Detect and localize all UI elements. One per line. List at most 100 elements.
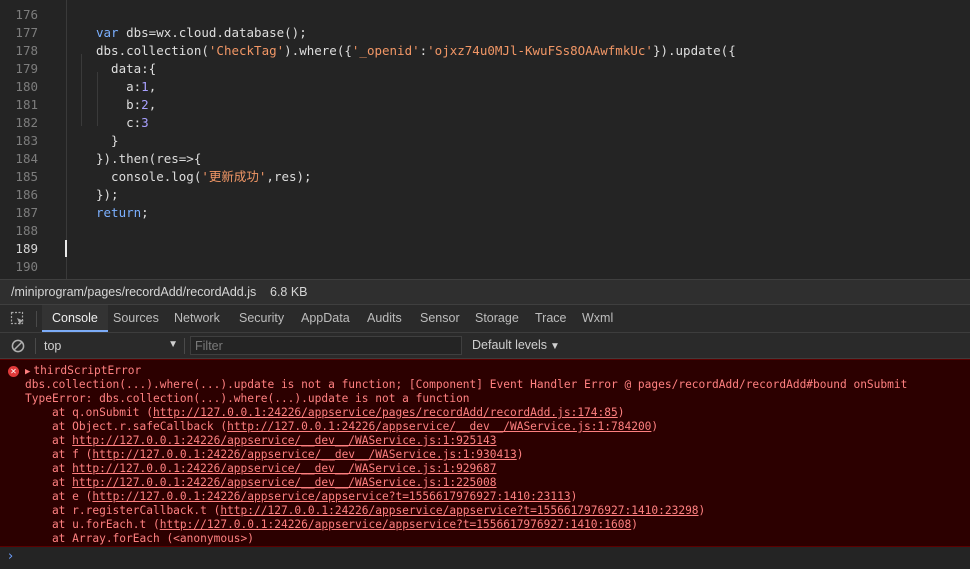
code-token: data:{: [96, 61, 157, 76]
code-line[interactable]: 190: [0, 258, 970, 276]
stack-frame-link[interactable]: http://127.0.0.1:24226/appservice/__dev_…: [72, 434, 496, 447]
code-token: 'ojxz74u0MJl-KwuFSs8OAAwfmkUc': [427, 43, 653, 58]
stack-frame: at Object.r.safeCallback (http://127.0.0…: [25, 420, 658, 434]
error-icon: ✕: [8, 366, 19, 377]
code-token: }: [96, 133, 119, 148]
code-text: a:1,: [96, 78, 156, 96]
code-token: 2: [141, 97, 149, 112]
line-number: 182: [15, 115, 38, 130]
code-token: '_openid': [351, 43, 420, 58]
context-select[interactable]: top ▼: [44, 338, 178, 354]
tab-wxml[interactable]: Wxml: [572, 305, 623, 332]
line-number: 189: [15, 241, 38, 256]
stack-frame-label: at Array.forEach (<anonymous>): [25, 532, 255, 545]
code-line[interactable]: 179 data:{: [0, 60, 970, 78]
line-number: 178: [15, 43, 38, 58]
code-text: }: [96, 132, 119, 150]
file-path: /miniprogram/pages/recordAdd/recordAdd.j…: [11, 285, 257, 299]
stack-frame-label: at q.onSubmit (: [25, 406, 153, 419]
code-line[interactable]: 180 a:1,: [0, 78, 970, 96]
code-line[interactable]: 188: [0, 222, 970, 240]
error-header[interactable]: ▶ thirdScriptError: [25, 364, 141, 378]
code-text: var dbs=wx.cloud.database();: [96, 24, 307, 42]
clear-console-icon[interactable]: [11, 339, 25, 353]
tab-security[interactable]: Security: [229, 305, 294, 332]
stack-frame-link[interactable]: http://127.0.0.1:24226/appservice/__dev_…: [92, 448, 516, 461]
code-token: 'CheckTag': [208, 43, 285, 58]
tab-trace[interactable]: Trace: [525, 305, 577, 332]
stack-frame-link[interactable]: http://127.0.0.1:24226/appservice/appser…: [92, 490, 570, 503]
code-line[interactable]: 177 var dbs=wx.cloud.database();: [0, 24, 970, 42]
stack-frame-link[interactable]: http://127.0.0.1:24226/appservice/__dev_…: [72, 462, 496, 475]
inspect-element-icon[interactable]: [10, 311, 26, 327]
stack-frame-label: at u.forEach.t (: [25, 518, 160, 531]
stack-frame-link[interactable]: http://127.0.0.1:24226/appservice/__dev_…: [72, 476, 496, 489]
tab-sensor[interactable]: Sensor: [410, 305, 470, 332]
code-editor[interactable]: 176 177 var dbs=wx.cloud.database(); 178 dbs…: [0, 0, 970, 279]
stack-frame-label: at r.registerCallback.t (: [25, 504, 221, 517]
stack-frame-link[interactable]: http://127.0.0.1:24226/appservice/appser…: [220, 504, 698, 517]
code-token: 3: [141, 115, 149, 130]
tab-appdata[interactable]: AppData: [291, 305, 360, 332]
line-number: 186: [15, 187, 38, 202]
stack-frame-link[interactable]: http://127.0.0.1:24226/appservice/__dev_…: [227, 420, 651, 433]
code-token: }).update({: [652, 43, 736, 58]
tab-separator: [36, 311, 37, 327]
line-number: 187: [15, 205, 38, 220]
file-status-bar: /miniprogram/pages/recordAdd/recordAdd.j…: [0, 279, 970, 305]
code-line[interactable]: 186});: [0, 186, 970, 204]
code-line[interactable]: 176: [0, 6, 970, 24]
stack-frame-suffix: ): [516, 448, 524, 461]
code-token: console.log(: [96, 169, 202, 184]
line-number: 176: [15, 7, 38, 22]
code-token: dbs.collection(: [96, 43, 209, 58]
code-line[interactable]: 178 dbs.collection('CheckTag').where({'_o…: [0, 42, 970, 60]
code-line[interactable]: 184 }).then(res=>{: [0, 150, 970, 168]
code-line[interactable]: 189: [0, 240, 970, 258]
code-line[interactable]: 185 console.log('更新成功',res);: [0, 168, 970, 186]
line-number: 184: [15, 151, 38, 166]
tab-sources[interactable]: Sources: [103, 305, 169, 332]
stack-frame-suffix: ): [631, 518, 638, 531]
stack-frame-link[interactable]: http://127.0.0.1:24226/appservice/appser…: [160, 518, 631, 531]
tab-audits[interactable]: Audits: [357, 305, 412, 332]
code-line[interactable]: 182 c:3: [0, 114, 970, 132]
toolbar-separator: [35, 338, 36, 354]
code-token: ,: [148, 79, 157, 94]
code-text: c:3: [96, 114, 149, 132]
code-text: });: [96, 186, 119, 204]
code-text: }).then(res=>{: [96, 150, 201, 168]
filter-input[interactable]: [190, 336, 462, 355]
code-token: a:: [96, 79, 142, 94]
line-number: 179: [15, 61, 38, 76]
expand-caret-icon[interactable]: ▶: [25, 367, 30, 377]
code-token: ).where({: [284, 43, 352, 58]
line-number: 188: [15, 223, 38, 238]
error-type-line: TypeError: dbs.collection(...).where(...…: [25, 392, 470, 405]
code-text: dbs.collection('CheckTag').where({'_open…: [96, 42, 736, 60]
dropdown-arrow-icon: ▼: [168, 339, 178, 350]
stack-frame-link[interactable]: http://127.0.0.1:24226/appservice/pages/…: [153, 406, 618, 419]
stack-frame: at r.registerCallback.t (http://127.0.0.…: [25, 504, 705, 518]
code-token: dbs=wx.cloud.database();: [118, 25, 307, 40]
code-text: b:2,: [96, 96, 156, 114]
tab-storage[interactable]: Storage: [465, 305, 529, 332]
stack-frame: at q.onSubmit (http://127.0.0.1:24226/ap…: [25, 406, 625, 420]
code-token: '更新成功': [201, 169, 267, 184]
console-error-message: ✕ ▶ thirdScriptError dbs.collection(...).…: [0, 359, 970, 547]
stack-frame: at http://127.0.0.1:24226/appservice/__d…: [25, 434, 497, 448]
code-line[interactable]: 183 }: [0, 132, 970, 150]
line-number: 183: [15, 133, 38, 148]
stack-frame-suffix: ): [651, 420, 659, 433]
stack-frame: at http://127.0.0.1:24226/appservice/__d…: [25, 462, 497, 476]
stack-frame-suffix: ): [617, 406, 625, 419]
code-line[interactable]: 181 b:2,: [0, 96, 970, 114]
tab-console[interactable]: Console: [42, 305, 108, 332]
tab-network[interactable]: Network: [164, 305, 230, 332]
code-line[interactable]: 187 return;: [0, 204, 970, 222]
stack-frame-label: at e (: [25, 490, 93, 503]
stack-frame: at u.forEach.t (http://127.0.0.1:24226/a…: [25, 518, 638, 532]
log-levels-dropdown[interactable]: Default levels ▼: [472, 338, 560, 352]
console-prompt[interactable]: ›: [0, 547, 970, 569]
prompt-chevron-icon: ›: [8, 549, 14, 564]
